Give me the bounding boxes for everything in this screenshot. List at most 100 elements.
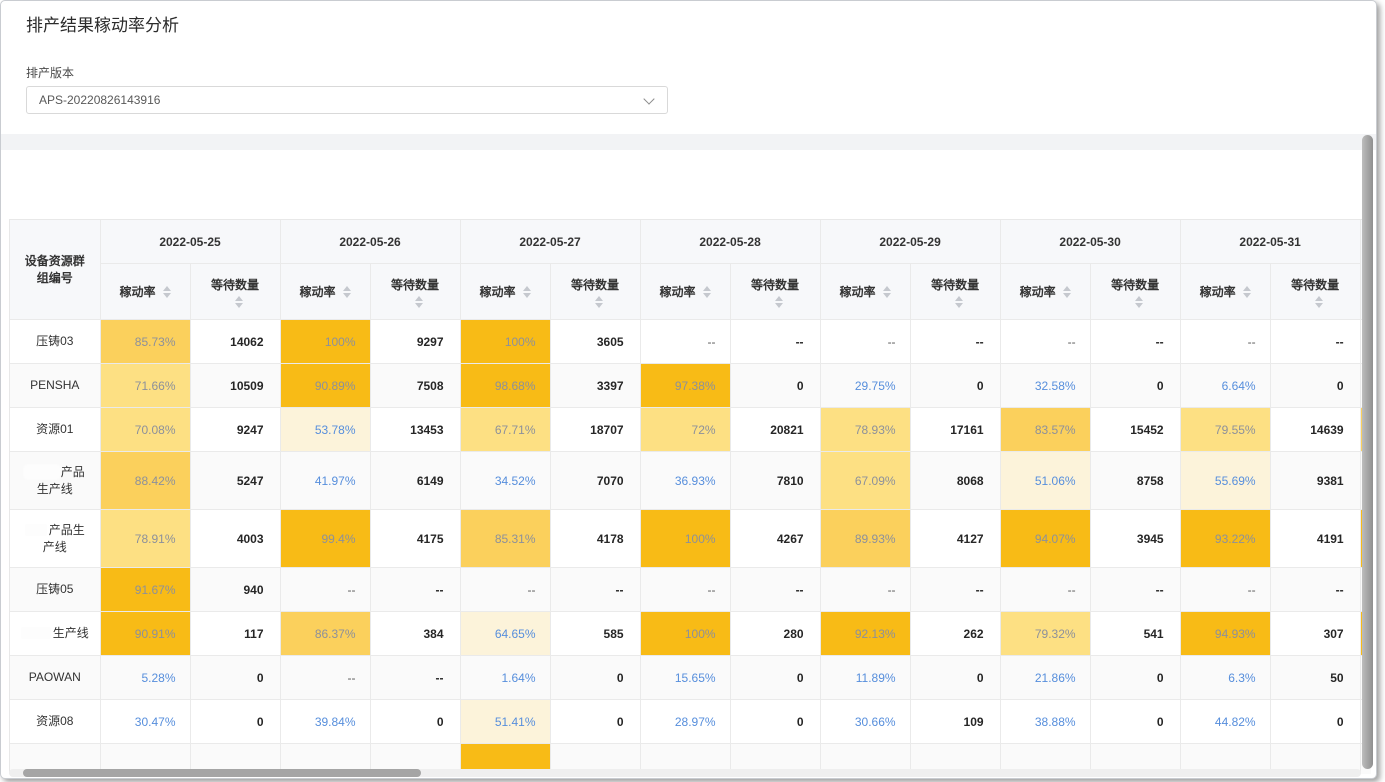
rate-cell: --: [1180, 320, 1270, 364]
waiting-cell: --: [1270, 568, 1360, 612]
date-header: 2022-05-26: [280, 220, 460, 264]
waiting-cell: 10509: [190, 364, 280, 408]
waiting-cell: 0: [1270, 700, 1360, 744]
waiting-cell: 20821: [730, 408, 820, 452]
sort-rate-header[interactable]: 稼动率: [460, 264, 550, 320]
utilization-table: 设备资源群组编号2022-05-252022-05-262022-05-27 20…: [9, 219, 1371, 774]
sort-caret-icon: [883, 286, 891, 298]
waiting-cell: 5247: [190, 452, 280, 510]
rate-cell: 90.91%: [100, 612, 190, 656]
app-window: 排产结果稼动率分析 排产版本 APS-20220826143916 设备资源群组…: [0, 0, 1377, 779]
sort-caret-icon: [595, 296, 603, 308]
waiting-cell: 4267: [730, 510, 820, 568]
sort-rate-header[interactable]: 稼动率: [100, 264, 190, 320]
rate-cell: --: [640, 568, 730, 612]
rate-cell: 72%: [640, 408, 730, 452]
waiting-cell: 0: [1090, 656, 1180, 700]
rate-cell: 38.88%: [1000, 700, 1090, 744]
waiting-cell: --: [370, 568, 460, 612]
waiting-cell: --: [1090, 320, 1180, 364]
sort-waiting-header[interactable]: 等待数量: [1090, 264, 1180, 320]
redacted-text: [25, 466, 59, 478]
version-select-label: 排产版本: [26, 64, 74, 81]
schedule-result-table: 设备资源群组编号2022-05-252022-05-262022-05-27 20…: [10, 220, 1371, 774]
sort-waiting-header[interactable]: 等待数量: [370, 264, 460, 320]
vertical-scrollbar[interactable]: [1362, 135, 1373, 769]
chevron-down-icon: [643, 93, 654, 104]
rate-cell: 15.65%: [640, 656, 730, 700]
corner-header: 设备资源群组编号: [10, 220, 100, 320]
page-title: 排产结果稼动率分析: [26, 11, 179, 36]
sort-caret-icon: [1243, 286, 1251, 298]
sort-rate-header[interactable]: 稼动率: [640, 264, 730, 320]
rate-cell: 100%: [640, 612, 730, 656]
sort-rate-header[interactable]: 稼动率: [280, 264, 370, 320]
rate-cell: 100%: [640, 510, 730, 568]
rate-cell: 1.64%: [460, 656, 550, 700]
rate-cell: 89.93%: [820, 510, 910, 568]
rate-cell: 98.68%: [460, 364, 550, 408]
rate-cell: 97.38%: [640, 364, 730, 408]
waiting-cell: 15452: [1090, 408, 1180, 452]
waiting-cell: 4178: [550, 510, 640, 568]
waiting-cell: 307: [1270, 612, 1360, 656]
sort-waiting-header[interactable]: 等待数量: [1270, 264, 1360, 320]
rate-cell: 39.84%: [280, 700, 370, 744]
waiting-cell: 4191: [1270, 510, 1360, 568]
rate-cell: 85.31%: [460, 510, 550, 568]
table-row: 生产线90.91%11786.37%38464.65%585100%28092.…: [10, 612, 1371, 656]
waiting-cell: 8758: [1090, 452, 1180, 510]
rate-cell: --: [1180, 568, 1270, 612]
rate-cell: --: [640, 320, 730, 364]
date-header: 2022-05-30: [1000, 220, 1180, 264]
rate-cell: 70.08%: [100, 408, 190, 452]
sort-rate-header[interactable]: 稼动率: [1000, 264, 1090, 320]
waiting-cell: 0: [910, 656, 1000, 700]
sort-waiting-header[interactable]: 等待数量: [910, 264, 1000, 320]
sort-waiting-header[interactable]: 等待数量: [550, 264, 640, 320]
waiting-cell: 0: [370, 700, 460, 744]
waiting-cell: 9381: [1270, 452, 1360, 510]
sort-waiting-header[interactable]: 等待数量: [190, 264, 280, 320]
waiting-cell: 940: [190, 568, 280, 612]
sort-waiting-header[interactable]: 等待数量: [730, 264, 820, 320]
sort-caret-icon: [235, 296, 243, 308]
version-select-value: APS-20220826143916: [39, 93, 160, 107]
rate-cell: 88.42%: [100, 452, 190, 510]
sort-caret-icon: [1315, 296, 1323, 308]
version-select[interactable]: APS-20220826143916: [26, 86, 668, 114]
table-row: PAOWAN5.28%0----1.64%015.65%011.89%021.8…: [10, 656, 1371, 700]
date-header: 2022-05-27: [460, 220, 640, 264]
waiting-cell: 0: [550, 700, 640, 744]
waiting-cell: 6149: [370, 452, 460, 510]
horizontal-scrollbar-thumb[interactable]: [23, 769, 421, 777]
waiting-cell: 50: [1270, 656, 1360, 700]
horizontal-scrollbar-track[interactable]: [9, 769, 1361, 777]
sort-caret-icon: [775, 296, 783, 308]
sort-rate-header[interactable]: 稼动率: [820, 264, 910, 320]
waiting-cell: 7508: [370, 364, 460, 408]
waiting-cell: 0: [550, 656, 640, 700]
rate-cell: 67.71%: [460, 408, 550, 452]
sort-rate-header[interactable]: 稼动率: [1180, 264, 1270, 320]
rate-cell: 86.37%: [280, 612, 370, 656]
rate-cell: 85.73%: [100, 320, 190, 364]
waiting-cell: 0: [190, 700, 280, 744]
waiting-cell: --: [550, 568, 640, 612]
waiting-cell: --: [370, 656, 460, 700]
waiting-cell: 0: [1270, 364, 1360, 408]
waiting-cell: 7810: [730, 452, 820, 510]
table-row: 资源0830.47%039.84%051.41%028.97%030.66%10…: [10, 700, 1371, 744]
waiting-cell: 262: [910, 612, 1000, 656]
table-row: PENSHA71.66%1050990.89%750898.68%339797.…: [10, 364, 1371, 408]
table-row: 产品生产线88.42%524741.97%614934.52%707036.93…: [10, 452, 1371, 510]
date-header: 2022-05-25: [100, 220, 280, 264]
waiting-cell: 3945: [1090, 510, 1180, 568]
rate-cell: 51.41%: [460, 700, 550, 744]
waiting-cell: 3397: [550, 364, 640, 408]
rate-cell: --: [1000, 568, 1090, 612]
waiting-cell: 9247: [190, 408, 280, 452]
waiting-cell: --: [1270, 320, 1360, 364]
rate-cell: 34.52%: [460, 452, 550, 510]
sort-caret-icon: [523, 286, 531, 298]
